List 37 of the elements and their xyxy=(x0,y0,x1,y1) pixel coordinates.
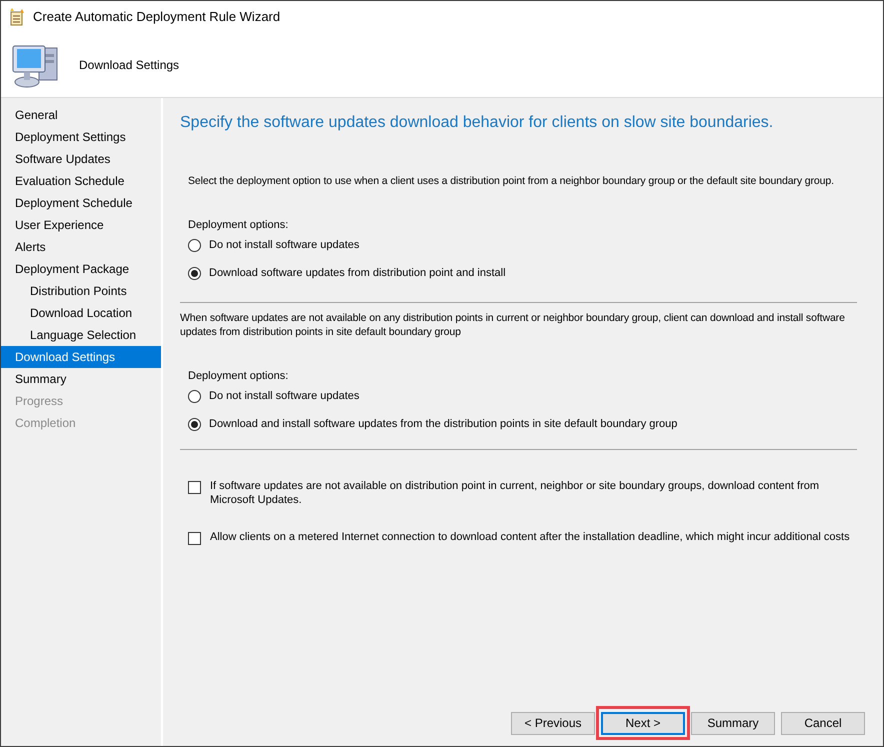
wizard-button[interactable]: < Previous xyxy=(511,712,595,734)
wizard-button[interactable]: Cancel xyxy=(781,712,865,734)
wizard-step[interactable]: Download Settings xyxy=(1,346,161,368)
wizard-icon xyxy=(9,8,27,26)
wizard-step[interactable]: Summary xyxy=(1,368,161,390)
page-title: Download Settings xyxy=(79,57,180,74)
wizard-step[interactable]: Language Selection xyxy=(1,324,161,346)
checkbox[interactable] xyxy=(188,481,201,494)
option-label: Download software updates from distribution point and install xyxy=(209,266,506,281)
checkbox-label: Allow clients on a metered Internet connection to download content after the installation deadline, which might incur additional costs xyxy=(210,530,850,544)
radio-button[interactable] xyxy=(188,266,201,280)
wizard-step[interactable]: Deployment Settings xyxy=(1,126,161,148)
options-label: Deployment options: xyxy=(188,369,290,383)
description-text: Select the deployment option to use when a client uses a distribution point from a neighbor boundary group or the default site boundary group. xyxy=(188,174,835,188)
wizard-step[interactable]: Distribution Points xyxy=(1,280,161,302)
option-label: Do not install software updates xyxy=(209,388,360,404)
description-text: When software updates are not available on any distribution points in current or neighbor boundary group, client can download and install software updates from distribution points in site default boundary group xyxy=(180,311,846,339)
options-label: Deployment options: xyxy=(188,218,290,232)
wizard-step[interactable]: Deployment Schedule xyxy=(1,192,161,214)
radio-button[interactable] xyxy=(188,418,201,430)
wizard-button[interactable]: Next > xyxy=(601,712,685,734)
wizard-step[interactable]: User Experience xyxy=(1,214,161,236)
wizard-step[interactable]: Software Updates xyxy=(1,148,161,170)
option-label: Download and install software updates from the distribution points in site default boundary group xyxy=(209,416,678,432)
window-title: Create Automatic Deployment Rule Wizard xyxy=(33,8,280,26)
page-heading: Specify the software updates download behavior for clients on slow site boundaries. xyxy=(180,113,774,133)
checkbox[interactable] xyxy=(188,532,201,545)
checkbox-label: If software updates are not available on distribution point in current, neighbor or site boundary groups, download content from Microsoft Updates. xyxy=(210,479,820,507)
wizard-step[interactable]: General xyxy=(1,104,161,126)
wizard-button[interactable]: Summary xyxy=(691,712,775,734)
wizard-step[interactable]: Evaluation Schedule xyxy=(1,170,161,192)
wizard-step[interactable]: Download Location xyxy=(1,302,161,324)
wizard-step[interactable]: Alerts xyxy=(1,236,161,258)
wizard-step[interactable]: Deployment Package xyxy=(1,258,161,280)
radio-button[interactable] xyxy=(188,390,201,402)
radio-button[interactable] xyxy=(188,238,201,252)
option-label: Do not install software updates xyxy=(209,238,360,253)
